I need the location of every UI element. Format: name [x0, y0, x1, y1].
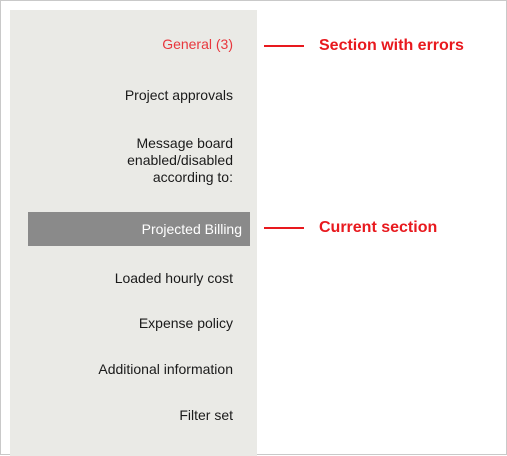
nav-item-message-board[interactable]: Message board enabled/disabled according…: [10, 135, 257, 186]
nav-item-projected-billing-label: Projected Billing: [141, 220, 242, 237]
nav-item-message-board-line-2: enabled/disabled: [127, 152, 233, 168]
annotation-label: Section with errors: [319, 37, 464, 54]
annotation-label: Current section: [319, 219, 438, 236]
annotation-line: [264, 45, 304, 47]
nav-item-expense-policy[interactable]: Expense policy: [10, 315, 257, 332]
nav-item-project-approvals[interactable]: Project approvals: [10, 87, 257, 104]
nav-item-general[interactable]: General (3): [10, 36, 257, 53]
annotation-section-with-errors: Section with errors: [264, 37, 464, 55]
nav-item-additional-information[interactable]: Additional information: [10, 361, 257, 378]
section-sidebar: General (3) Project approvals Message bo…: [10, 10, 257, 456]
nav-item-message-board-line-1: Message board: [136, 135, 233, 151]
annotation-current-section: Current section: [264, 219, 437, 237]
nav-item-message-board-line-3: according to:: [152, 169, 233, 185]
screenshot-frame: General (3) Project approvals Message bo…: [0, 0, 507, 456]
nav-item-loaded-hourly-cost[interactable]: Loaded hourly cost: [10, 270, 257, 287]
nav-item-filter-set[interactable]: Filter set: [10, 407, 257, 424]
nav-item-projected-billing[interactable]: Projected Billing: [28, 212, 250, 246]
annotation-line: [264, 227, 304, 229]
